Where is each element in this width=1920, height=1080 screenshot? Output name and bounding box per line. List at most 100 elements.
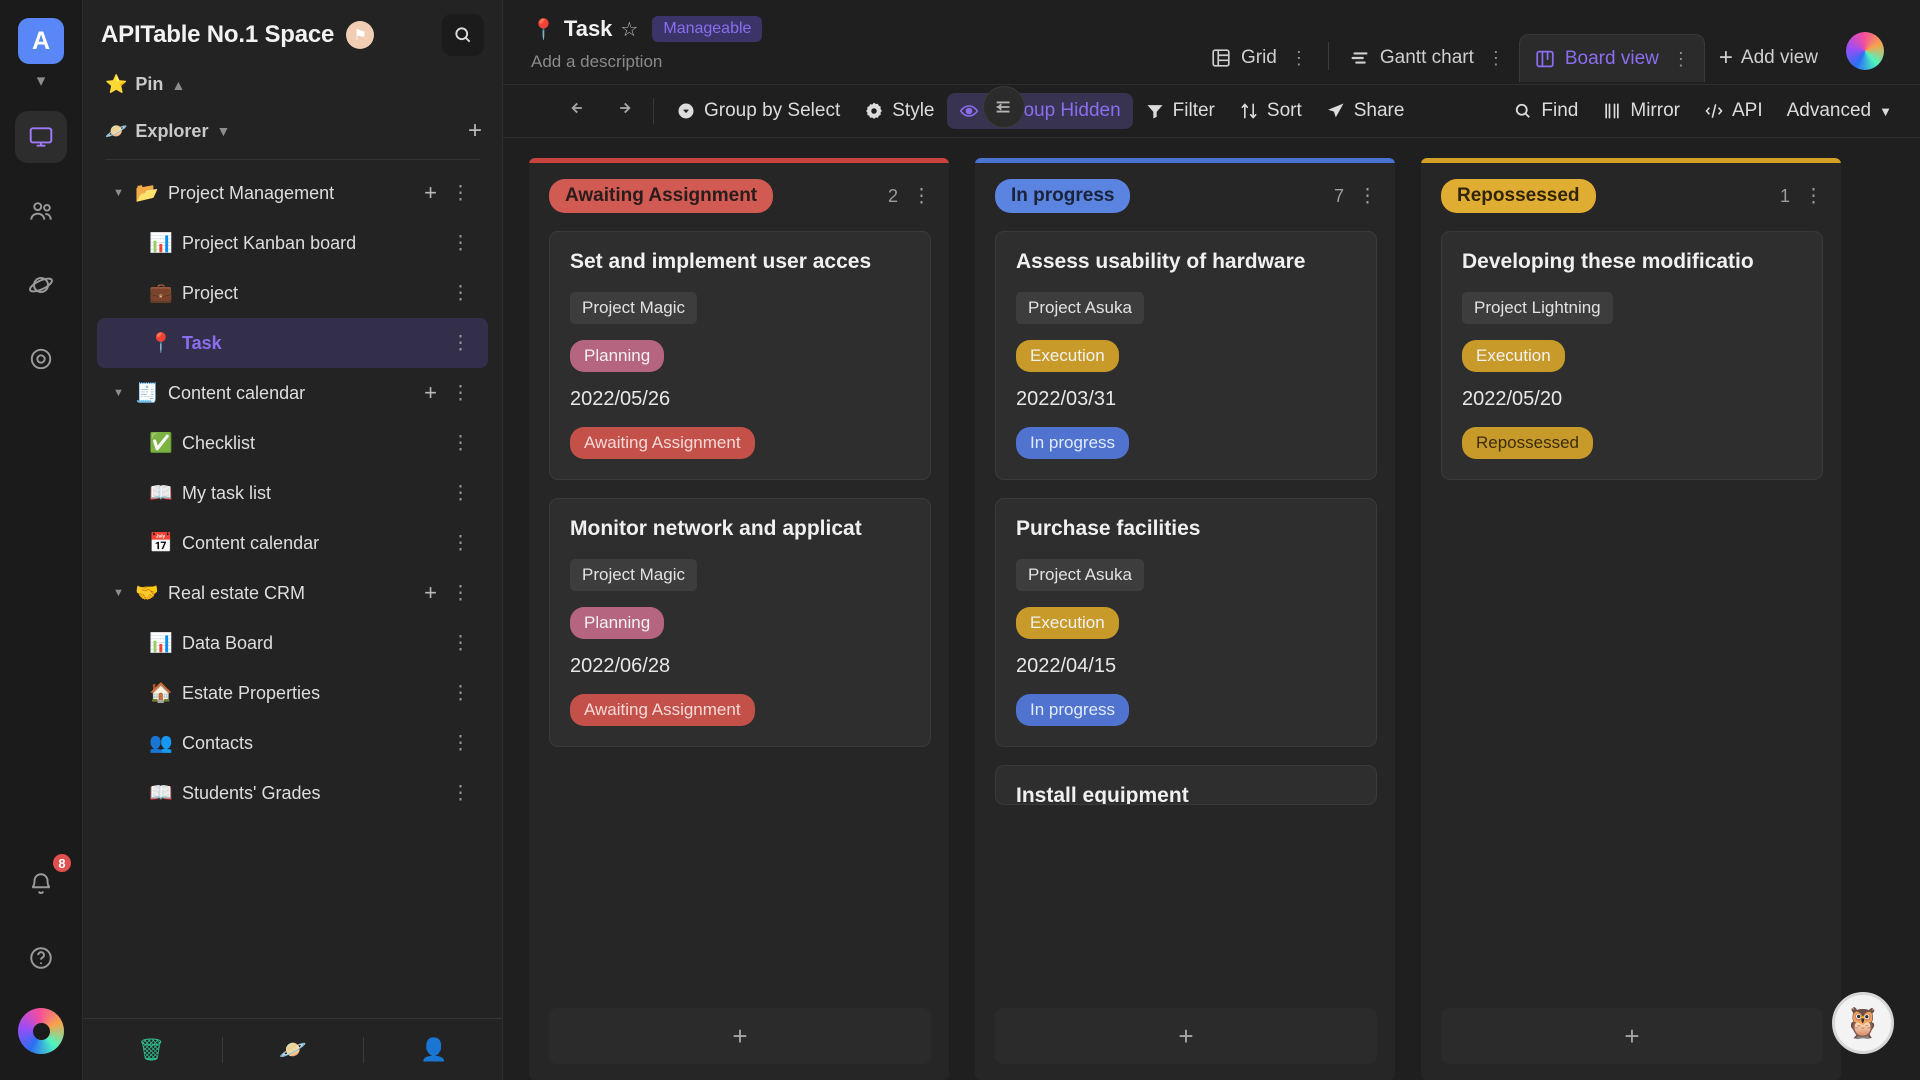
more-vertical-icon[interactable]: ⋮: [451, 484, 470, 503]
more-vertical-icon[interactable]: ⋮: [451, 384, 470, 403]
sidebar-item-contacts[interactable]: 👥 Contacts ⋮: [97, 718, 488, 768]
card-project-tag: Project Magic: [570, 292, 697, 324]
more-vertical-icon[interactable]: ⋮: [1290, 49, 1308, 67]
kanban-card[interactable]: Set and implement user acces Project Magi…: [549, 231, 931, 480]
tab-gantt-chart[interactable]: Gantt chart ⋮: [1335, 34, 1519, 82]
sidebar-item-project-kanban-board[interactable]: 📊 Project Kanban board ⋮: [97, 218, 488, 268]
chevron-up-icon[interactable]: ▲: [171, 77, 185, 93]
star-outline-icon[interactable]: ☆: [620, 17, 638, 42]
sidebar-item-task[interactable]: 📍 Task ⋮: [97, 318, 488, 368]
redo-button[interactable]: [601, 90, 643, 132]
chevron-down-icon[interactable]: ▼: [113, 587, 129, 599]
description-placeholder[interactable]: Add a description: [531, 52, 803, 72]
add-child-node-button[interactable]: +: [424, 380, 451, 406]
column-card-count: 7: [1333, 185, 1344, 206]
toolbar-mirror-button[interactable]: Mirror: [1590, 93, 1692, 129]
more-vertical-icon[interactable]: ⋮: [451, 184, 470, 203]
add-node-button[interactable]: +: [468, 117, 482, 145]
card-status-pill: Awaiting Assignment: [570, 694, 755, 726]
toolbar-find-button[interactable]: Find: [1501, 93, 1590, 129]
toolbar-advanced-button[interactable]: Advanced ▼: [1775, 93, 1904, 129]
page-title[interactable]: Task: [564, 16, 613, 42]
more-vertical-icon[interactable]: ⋮: [451, 784, 470, 803]
more-vertical-icon[interactable]: ⋮: [1487, 49, 1505, 67]
sidebar-search-button[interactable]: [442, 14, 484, 56]
add-view-button[interactable]: + Add view: [1705, 34, 1832, 82]
row-actions: ⋮: [451, 284, 470, 303]
more-vertical-icon[interactable]: ⋮: [451, 734, 470, 753]
sidebar-section-explorer[interactable]: 🪐 Explorer ▼ +: [83, 105, 502, 155]
trash-icon[interactable]: 🗑: [137, 1037, 165, 1063]
invite-user-icon[interactable]: 👤: [420, 1037, 447, 1063]
toolbar-api-button[interactable]: API: [1692, 93, 1775, 129]
sidebar-item-estate-properties[interactable]: 🏠 Estate Properties ⋮: [97, 668, 488, 718]
collapse-sidebar-button[interactable]: [983, 86, 1025, 128]
toolbar-group-by-select-button[interactable]: Group by Select: [664, 93, 852, 129]
chevron-down-icon[interactable]: ▼: [113, 187, 129, 199]
chevron-down-icon[interactable]: ▼: [216, 123, 230, 139]
toolbar-style-button[interactable]: Style: [852, 93, 946, 129]
kanban-card[interactable]: Assess usability of hardware Project Asuk…: [995, 231, 1377, 480]
toolbar-item-label: Mirror: [1630, 100, 1680, 121]
sidebar-section-pin[interactable]: ⭐ Pin ▲: [83, 62, 502, 105]
more-vertical-icon[interactable]: ⋮: [912, 187, 931, 206]
rail-item-templates[interactable]: [15, 333, 67, 385]
space-icon[interactable]: 🪐: [279, 1037, 306, 1063]
more-vertical-icon[interactable]: ⋮: [451, 534, 470, 553]
toolbar-1-group-hidden-button[interactable]: 1 Group Hidden: [946, 93, 1133, 129]
tab-grid[interactable]: Grid ⋮: [1196, 34, 1322, 82]
target-icon: [30, 348, 52, 370]
chevron-down-icon: ▼: [1879, 103, 1892, 119]
card-title: Set and implement user acces: [570, 250, 872, 273]
add-child-node-button[interactable]: +: [424, 180, 451, 206]
kanban-card[interactable]: Monitor network and applicat Project Magi…: [549, 498, 931, 747]
more-vertical-icon[interactable]: ⋮: [451, 434, 470, 453]
sidebar-item-project-management[interactable]: ▼ 📂 Project Management + ⋮: [97, 168, 488, 218]
add-card-button[interactable]: +: [1441, 1008, 1823, 1064]
card-status-pill: In progress: [1016, 427, 1130, 459]
notifications-button[interactable]: 8: [15, 852, 73, 910]
add-child-node-button[interactable]: +: [424, 580, 451, 606]
toolbar-share-button[interactable]: Share: [1314, 93, 1417, 129]
sidebar-item-students-grades[interactable]: 📖 Students' Grades ⋮: [97, 768, 488, 818]
help-button[interactable]: [15, 932, 67, 984]
more-vertical-icon[interactable]: ⋮: [451, 684, 470, 703]
more-vertical-icon[interactable]: ⋮: [451, 334, 470, 353]
undo-button[interactable]: [559, 90, 601, 132]
kanban-card[interactable]: Install equipment: [995, 765, 1377, 805]
rail-item-space[interactable]: [15, 259, 67, 311]
sidebar-item-checklist[interactable]: ✅ Checklist ⋮: [97, 418, 488, 468]
space-name[interactable]: APITable No.1 Space: [101, 21, 334, 49]
more-vertical-icon[interactable]: ⋮: [1672, 50, 1690, 68]
more-vertical-icon[interactable]: ⋮: [451, 584, 470, 603]
sidebar-item-my-task-list[interactable]: 📖 My task list ⋮: [97, 468, 488, 518]
more-vertical-icon[interactable]: ⋮: [451, 284, 470, 303]
chevron-down-icon[interactable]: ▾: [37, 72, 46, 89]
avatar[interactable]: [1846, 32, 1884, 70]
workspace-avatar[interactable]: A: [18, 18, 64, 64]
column-card-count: 1: [1779, 185, 1790, 206]
sidebar-item-project[interactable]: 💼 Project ⋮: [97, 268, 488, 318]
sidebar-item-label: Students' Grades: [182, 782, 321, 803]
toolbar-filter-button[interactable]: Filter: [1133, 93, 1227, 129]
more-vertical-icon[interactable]: ⋮: [1804, 187, 1823, 206]
notification-badge: 8: [51, 852, 73, 874]
rail-item-members[interactable]: [15, 185, 67, 237]
tab-board-view[interactable]: Board view ⋮: [1518, 34, 1705, 82]
more-vertical-icon[interactable]: ⋮: [451, 634, 470, 653]
toolbar-sort-button[interactable]: Sort: [1227, 93, 1314, 129]
sidebar-item-real-estate-crm[interactable]: ▼ 🤝 Real estate CRM + ⋮: [97, 568, 488, 618]
sidebar-item-data-board[interactable]: 📊 Data Board ⋮: [97, 618, 488, 668]
sidebar-item-content-calendar[interactable]: 📅 Content calendar ⋮: [97, 518, 488, 568]
chat-assistant-button[interactable]: 🦉: [1832, 992, 1894, 1054]
more-vertical-icon[interactable]: ⋮: [451, 234, 470, 253]
kanban-card[interactable]: Purchase facilities Project Asuka Executio…: [995, 498, 1377, 747]
kanban-card[interactable]: Developing these modificatio Project Ligh…: [1441, 231, 1823, 480]
add-card-button[interactable]: +: [549, 1008, 931, 1064]
more-vertical-icon[interactable]: ⋮: [1358, 187, 1377, 206]
sidebar-item-content-calendar[interactable]: ▼ 🧾 Content calendar + ⋮: [97, 368, 488, 418]
sort-icon: [1239, 101, 1259, 121]
rail-item-workbench[interactable]: [15, 111, 67, 163]
add-card-button[interactable]: +: [995, 1008, 1377, 1064]
chevron-down-icon[interactable]: ▼: [113, 387, 129, 399]
